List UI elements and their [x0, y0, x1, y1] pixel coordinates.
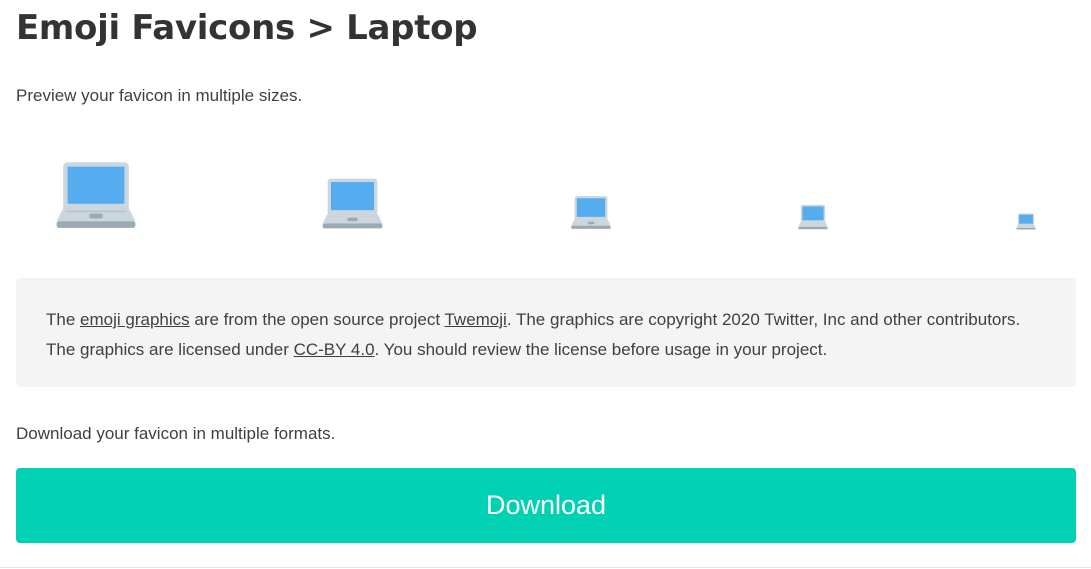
preview-intro: Preview your favicon in multiple sizes.: [16, 86, 303, 105]
laptop-icon: [798, 204, 828, 230]
page: Emoji Favicons > Laptop Preview your fav…: [0, 0, 1091, 569]
license-link[interactable]: CC-BY 4.0: [294, 340, 375, 359]
download-button[interactable]: Download: [16, 468, 1076, 543]
notice-text: . You should review the license before u…: [374, 340, 828, 359]
laptop-icon: [322, 177, 383, 230]
laptop-icon: [56, 160, 136, 230]
notice-text: The: [46, 310, 81, 329]
laptop-icon: [1016, 213, 1036, 230]
divider: [0, 567, 1091, 568]
license-notice: The emoji graphics are from the open sou…: [16, 278, 1076, 387]
laptop-icon: [571, 195, 611, 230]
emoji-graphics-link[interactable]: emoji graphics: [80, 310, 190, 329]
twemoji-link[interactable]: Twemoji: [444, 310, 506, 329]
notice-text: are from the open source project: [189, 310, 445, 329]
page-title: Emoji Favicons > Laptop: [16, 8, 478, 48]
favicon-previews: [16, 140, 1076, 250]
download-intro: Download your favicon in multiple format…: [16, 424, 336, 443]
